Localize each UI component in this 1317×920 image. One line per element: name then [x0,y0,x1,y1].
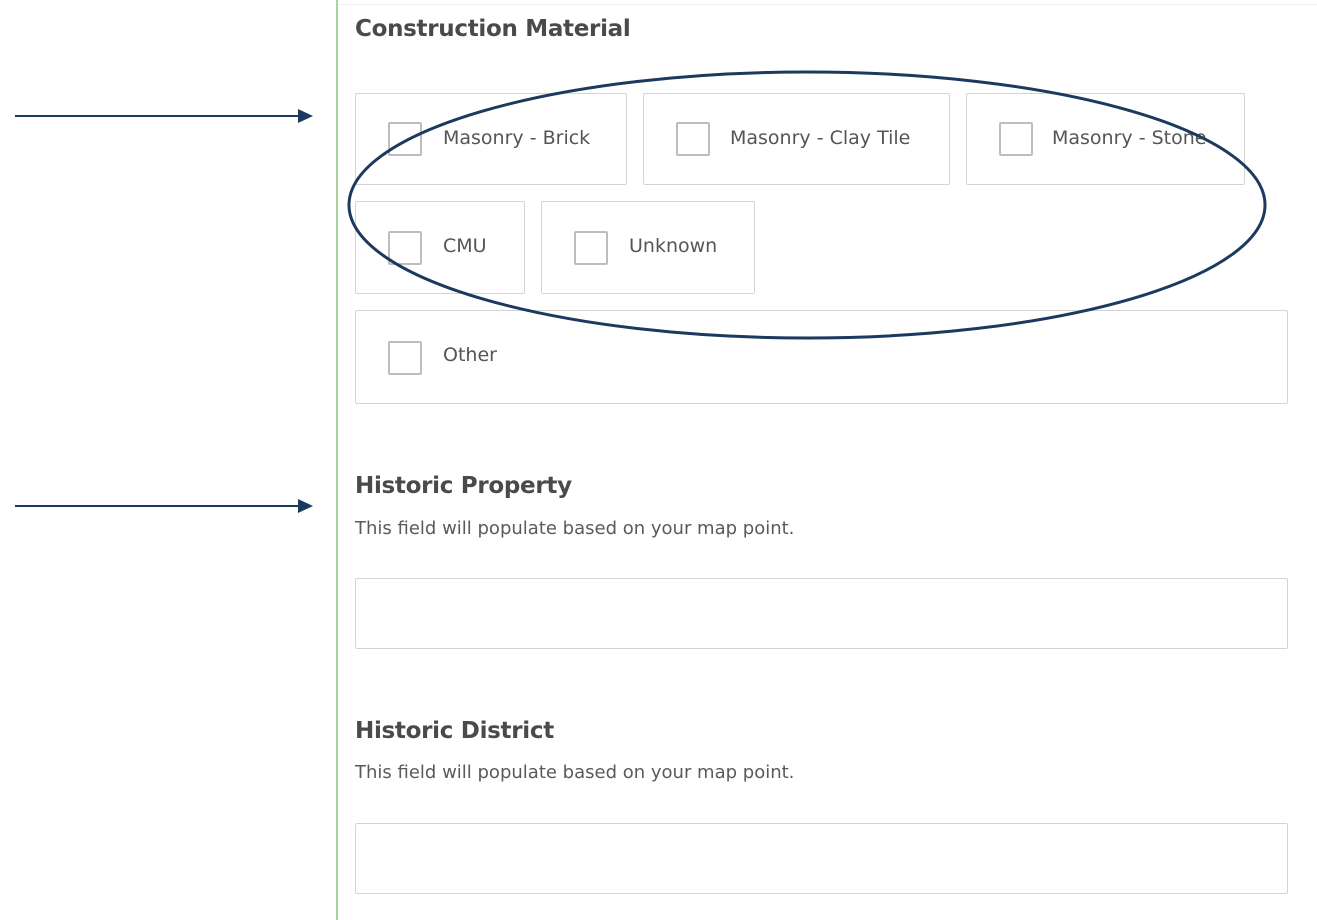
option-label: Unknown [629,235,718,257]
historic-property-title: Historic Property [355,473,572,499]
checkbox-icon[interactable] [574,231,608,265]
construction-material-title: Construction Material [355,16,631,42]
form-page: Construction Material Masonry - Brick Ma… [0,0,1317,920]
historic-district-input[interactable] [355,823,1288,894]
checkbox-icon[interactable] [999,122,1033,156]
annotation-arrow-2-head [298,499,313,513]
option-label: CMU [443,235,487,257]
option-cmu[interactable]: CMU [355,201,525,294]
checkbox-icon[interactable] [388,231,422,265]
option-label: Masonry - Clay Tile [730,127,911,149]
option-masonry-stone[interactable]: Masonry - Stone [966,93,1245,185]
option-other[interactable]: Other [355,310,1288,404]
historic-property-input[interactable] [355,578,1288,649]
historic-district-helper: This field will populate based on your m… [355,762,795,783]
historic-district-title: Historic District [355,718,554,744]
option-label: Masonry - Stone [1052,127,1207,149]
section-accent-rule [336,0,338,920]
top-divider [338,4,1317,5]
annotation-arrow-1-head [298,109,313,123]
option-masonry-clay-tile[interactable]: Masonry - Clay Tile [643,93,950,185]
checkbox-icon[interactable] [388,341,422,375]
option-unknown[interactable]: Unknown [541,201,755,294]
checkbox-icon[interactable] [388,122,422,156]
option-label: Other [443,344,497,366]
historic-property-helper: This field will populate based on your m… [355,518,795,539]
checkbox-icon[interactable] [676,122,710,156]
option-masonry-brick[interactable]: Masonry - Brick [355,93,627,185]
option-label: Masonry - Brick [443,127,591,149]
